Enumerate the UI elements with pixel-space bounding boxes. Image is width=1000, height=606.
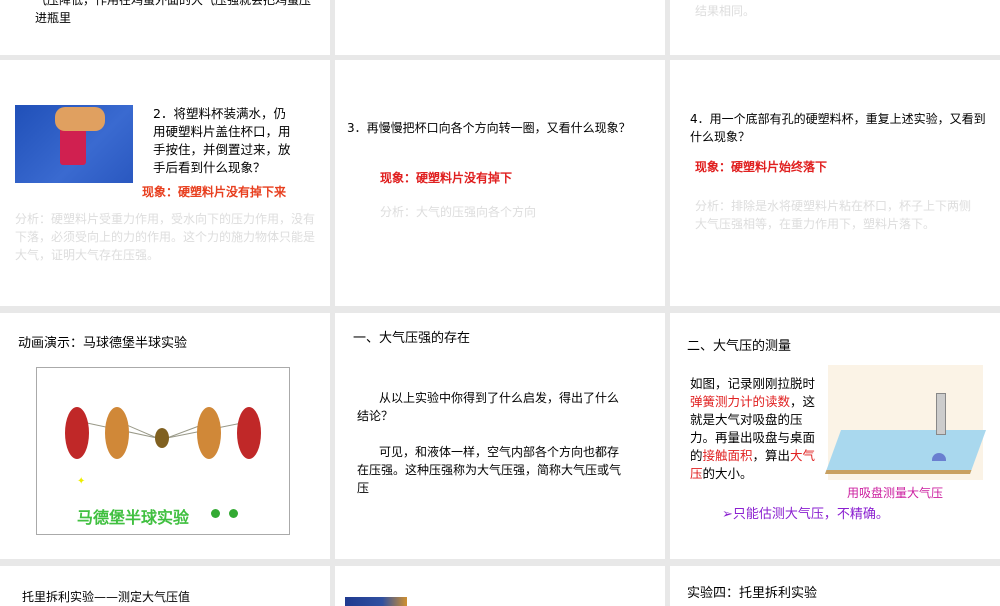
slide-thumbnail[interactable] <box>335 0 665 55</box>
phenomenon-text: 现象：硬塑料片没有掉下 <box>380 171 513 185</box>
back-button[interactable] <box>229 509 238 518</box>
phenomenon-text: 现象：硬塑料片始终落下 <box>695 160 828 174</box>
question-text: 从以上实验中你得到了什么启发，得出了什么结论？ <box>357 391 620 423</box>
analysis-text: 分析：排除是水将硬塑料片粘在杯口，杯子上下两侧大气压强相等，在重力作用下，塑料片… <box>695 199 972 231</box>
slide-image <box>345 597 407 606</box>
image-caption: 用吸盘测量大气压 <box>847 486 944 500</box>
animation-caption: 马德堡半球实验 <box>77 508 190 527</box>
slide-thumbnail[interactable]: 托里拆利实验——测定大气压值 <box>0 566 330 606</box>
horses-illustration <box>65 407 261 459</box>
play-button[interactable] <box>211 509 220 518</box>
slide-thumbnail[interactable]: 3．再慢慢把杯口向各个方向转一圈，又看什么现象？ 现象：硬塑料片没有掉下 分析：… <box>335 60 665 306</box>
cup-photo <box>15 105 133 183</box>
slide-title: 托里拆利实验——测定大气压值 <box>22 590 191 604</box>
body-text: 如图，记录刚刚拉脱时弹簧测力计的读数，这就是大气对吸盘的压力。再量出吸盘与桌面的… <box>690 376 816 481</box>
slide-thumbnail[interactable]: 一、大气压强的存在 从以上实验中你得到了什么启发，得出了什么结论？ 可见，和液体… <box>335 313 665 559</box>
animation-frame[interactable]: ✦ 马德堡半球实验 <box>36 367 290 535</box>
slide-thumbnail[interactable] <box>335 566 665 606</box>
slide-thumbnail[interactable]: 气压降低，作用在鸡蛋外面的大气压强就会把鸡蛋压进瓶里 <box>0 0 330 55</box>
analysis-text: 分析：硬塑料片受重力作用，受水向下的压力作用，没有下落，必须受向上的力的作用。这… <box>15 212 316 262</box>
note-text: ➢只能估测大气压，不精确。 <box>722 507 889 522</box>
slide-title: 一、大气压强的存在 <box>353 331 471 346</box>
slide-thumbnail[interactable]: 结果相同。 <box>670 0 1000 55</box>
slide-title: 二、大气压的测量 <box>687 339 792 354</box>
phenomenon-text: 现象：硬塑料片没有掉下来 <box>142 185 287 199</box>
slide-thumbnail[interactable]: 动画演示：马球德堡半球实验 ✦ 马德堡半球实验 <box>0 313 330 559</box>
slide-thumbnail[interactable]: 4．用一个底部有孔的硬塑料杯，重复上述实验，又看到什么现象？ 现象：硬塑料片始终… <box>670 60 1000 306</box>
slide-title: 动画演示：马球德堡半球实验 <box>18 336 188 351</box>
slide-thumbnail[interactable]: 2．将塑料杯装满水，仍用硬塑料片盖住杯口，用手按住，并倒置过来，放手后看到什么现… <box>0 60 330 306</box>
slide-title: 实验四：托里拆利实验 <box>687 586 818 601</box>
answer-text: 可见，和液体一样，空气内部各个方向也都存在压强。这种压强称为大气压强，简称大气压… <box>357 445 622 495</box>
question-text: 4．用一个底部有孔的硬塑料杯，重复上述实验，又看到什么现象？ <box>690 112 986 144</box>
question-text: 2．将塑料杯装满水，仍用硬塑料片盖住杯口，用手按住，并倒置过来，放手后看到什么现… <box>153 106 291 175</box>
slide-text: 气压降低，作用在鸡蛋外面的大气压强就会把鸡蛋压进瓶里 <box>35 0 312 25</box>
suction-cup-illustration <box>824 365 987 480</box>
slide-thumbnail[interactable]: 二、大气压的测量 如图，记录刚刚拉脱时弹簧测力计的读数，这就是大气对吸盘的压力。… <box>670 313 1000 559</box>
sparkle-icon: ✦ <box>77 476 86 487</box>
analysis-text: 分析：大气的压强向各个方向 <box>380 205 537 219</box>
slide-thumbnail[interactable]: 实验四：托里拆利实验 <box>670 566 1000 606</box>
analysis-text: 结果相同。 <box>695 4 756 18</box>
question-text: 3．再慢慢把杯口向各个方向转一圈，又看什么现象？ <box>347 121 631 135</box>
